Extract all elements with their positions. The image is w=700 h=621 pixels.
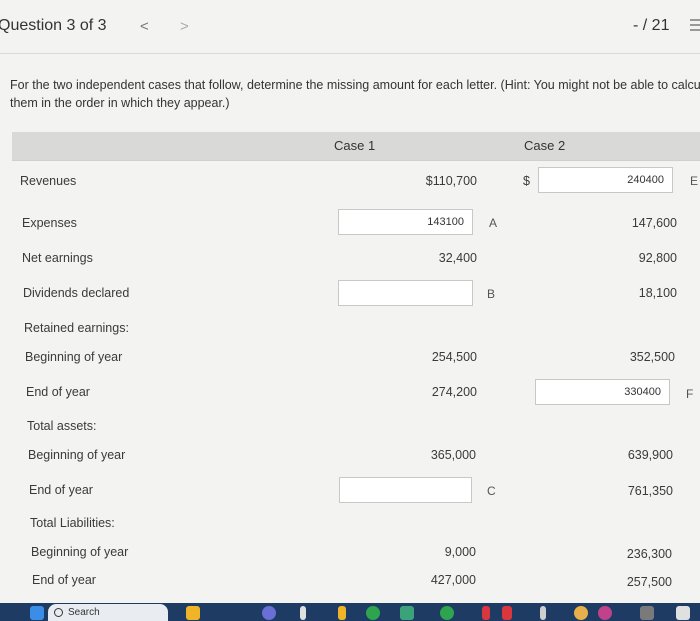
app-icon[interactable] [186,606,200,620]
app-icon[interactable] [482,606,490,620]
net-earnings-case1: 32,400 [438,251,477,265]
table-header-rule [12,160,700,161]
tl-beginning-case2: 236,300 [626,547,672,561]
tl-beginning-case1: 9,000 [444,545,476,559]
net-earnings-label: Net earnings [22,251,93,265]
question-header: Question 3 of 3 < > - / 21 [0,0,700,52]
tl-end-case1: 427,000 [430,573,476,587]
letter-e: E [690,174,699,188]
app-icon[interactable] [262,606,276,620]
revenues-case2-input[interactable]: 240400 [538,167,673,193]
ta-beginning-case2: 639,900 [627,448,673,462]
letter-f: F [686,387,694,401]
app-icon[interactable] [640,606,654,620]
ta-beginning-label: Beginning of year [28,448,126,462]
ta-end-case2: 761,350 [627,484,673,498]
next-question-button[interactable]: > [180,18,189,35]
total-assets-heading: Total assets: [27,419,97,433]
app-icon[interactable] [366,606,380,620]
expenses-label: Expenses [22,216,77,230]
letter-c: C [487,484,496,498]
retained-earnings-heading: Retained earnings: [24,321,129,335]
app-icon[interactable] [502,606,512,620]
menu-icon[interactable] [690,19,700,33]
question-counter: Question 3 of 3 [0,17,107,34]
letter-b: B [487,287,496,301]
re-end-case1: 274,200 [431,385,477,399]
instructions-line-1: For the two independent cases that follo… [10,78,700,92]
total-liabilities-heading: Total Liabilities: [30,516,115,530]
letter-a: A [489,216,498,230]
app-icon[interactable] [676,606,690,620]
instructions-line-2: them in the order in which they appear.) [10,96,230,110]
header-divider [0,53,700,54]
tl-end-case2: 257,500 [626,575,672,589]
app-icon[interactable] [540,606,546,620]
app-icon[interactable] [338,606,346,620]
dividends-case2: 18,100 [638,286,677,300]
re-beginning-case1: 254,500 [431,350,477,364]
score-display: - / 21 [633,17,670,34]
re-beginning-label: Beginning of year [25,350,123,364]
app-icon[interactable] [300,606,306,620]
tl-end-label: End of year [32,573,96,587]
expenses-case2: 147,600 [631,216,677,230]
taskbar-search[interactable]: Search [48,604,168,621]
ta-end-case1-input[interactable] [339,477,472,503]
case1-header: Case 1 [334,138,376,153]
case2-header: Case 2 [524,138,566,153]
re-end-case2-input[interactable]: 330400 [535,379,670,405]
app-icon[interactable] [400,606,414,620]
ta-end-label: End of year [29,483,93,497]
taskbar: Search [0,603,700,621]
start-icon[interactable] [30,606,44,620]
re-end-label: End of year [26,385,90,399]
ta-beginning-case1: 365,000 [430,448,476,462]
revenues-case2-dollar: $ [523,174,530,188]
instructions: For the two independent cases that follo… [10,76,700,112]
re-beginning-case2: 352,500 [629,350,675,364]
app-icon[interactable] [574,606,588,620]
search-icon [54,608,63,617]
revenues-label: Revenues [20,174,77,188]
previous-question-button[interactable]: < [140,18,149,35]
app-icon[interactable] [598,606,612,620]
app-icon[interactable] [440,606,454,620]
dividends-label: Dividends declared [23,286,130,300]
dividends-case1-input[interactable] [338,280,473,306]
expenses-case1-input[interactable]: 143100 [338,209,473,235]
revenues-case1: $110,700 [425,174,477,188]
taskbar-search-label: Search [68,607,100,618]
net-earnings-case2: 92,800 [638,251,677,265]
tl-beginning-label: Beginning of year [31,545,129,559]
